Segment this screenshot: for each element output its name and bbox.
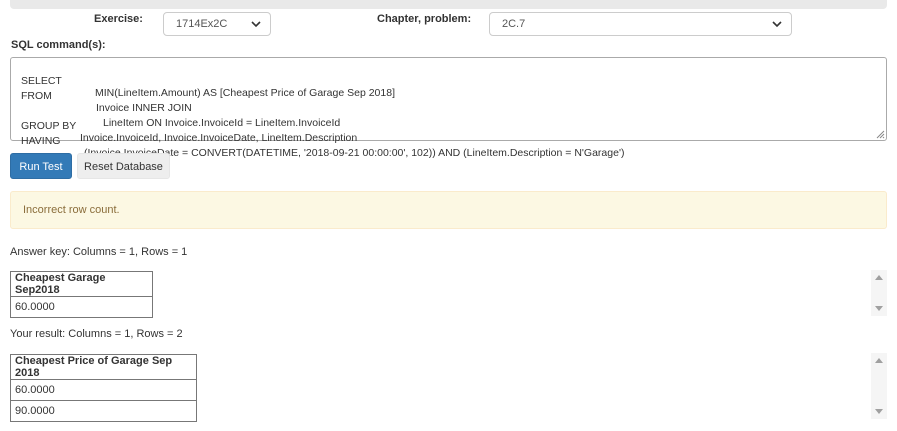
table-cell: 90.0000 bbox=[10, 400, 197, 422]
panel-top-edge bbox=[10, 0, 887, 9]
run-test-button[interactable]: Run Test bbox=[10, 153, 72, 179]
answer-key-summary: Answer key: Columns = 1, Rows = 1 bbox=[10, 246, 188, 258]
table-row: 60.0000 bbox=[10, 296, 153, 318]
table-cell: 60.0000 bbox=[10, 296, 153, 318]
chevron-down-icon bbox=[772, 21, 782, 28]
scroll-up-arrow-icon[interactable] bbox=[875, 275, 883, 280]
chapter-label: Chapter, problem: bbox=[377, 13, 472, 25]
exercise-label: Exercise: bbox=[94, 13, 143, 25]
chevron-down-icon bbox=[251, 21, 261, 28]
table-cell: 60.0000 bbox=[10, 379, 197, 401]
exercise-select[interactable]: 1714Ex2C bbox=[163, 12, 271, 36]
table-row: 60.0000 bbox=[10, 379, 197, 401]
reset-database-button[interactable]: Reset Database bbox=[77, 153, 170, 179]
table-row: 90.0000 bbox=[10, 400, 197, 422]
answer-key-scrollbar[interactable] bbox=[871, 270, 887, 316]
scroll-down-arrow-icon[interactable] bbox=[875, 306, 883, 311]
chapter-select-value: 2C.7 bbox=[502, 18, 526, 30]
sql-textarea[interactable]: SELECT MIN(LineItem.Amount) AS [Cheapest… bbox=[10, 57, 887, 159]
chapter-select[interactable]: 2C.7 bbox=[489, 12, 792, 36]
column-header: Cheapest Price of Garage Sep 2018 bbox=[10, 354, 197, 380]
your-result-summary: Your result: Columns = 1, Rows = 2 bbox=[10, 328, 183, 340]
exercise-select-value: 1714Ex2C bbox=[176, 18, 228, 30]
resize-handle-icon[interactable] bbox=[876, 130, 885, 139]
your-result-table: Cheapest Price of Garage Sep 2018 60.000… bbox=[10, 354, 197, 422]
column-header: Cheapest Garage Sep2018 bbox=[10, 271, 153, 297]
your-result-scrollbar[interactable] bbox=[871, 353, 887, 419]
answer-key-table: Cheapest Garage Sep2018 60.0000 bbox=[10, 271, 153, 318]
result-alert: Incorrect row count. bbox=[10, 191, 887, 229]
scroll-down-arrow-icon[interactable] bbox=[875, 409, 883, 414]
table-header-row: Cheapest Garage Sep2018 bbox=[10, 271, 153, 297]
scroll-up-arrow-icon[interactable] bbox=[875, 358, 883, 363]
table-header-row: Cheapest Price of Garage Sep 2018 bbox=[10, 354, 197, 380]
sql-commands-label: SQL command(s): bbox=[11, 39, 106, 51]
